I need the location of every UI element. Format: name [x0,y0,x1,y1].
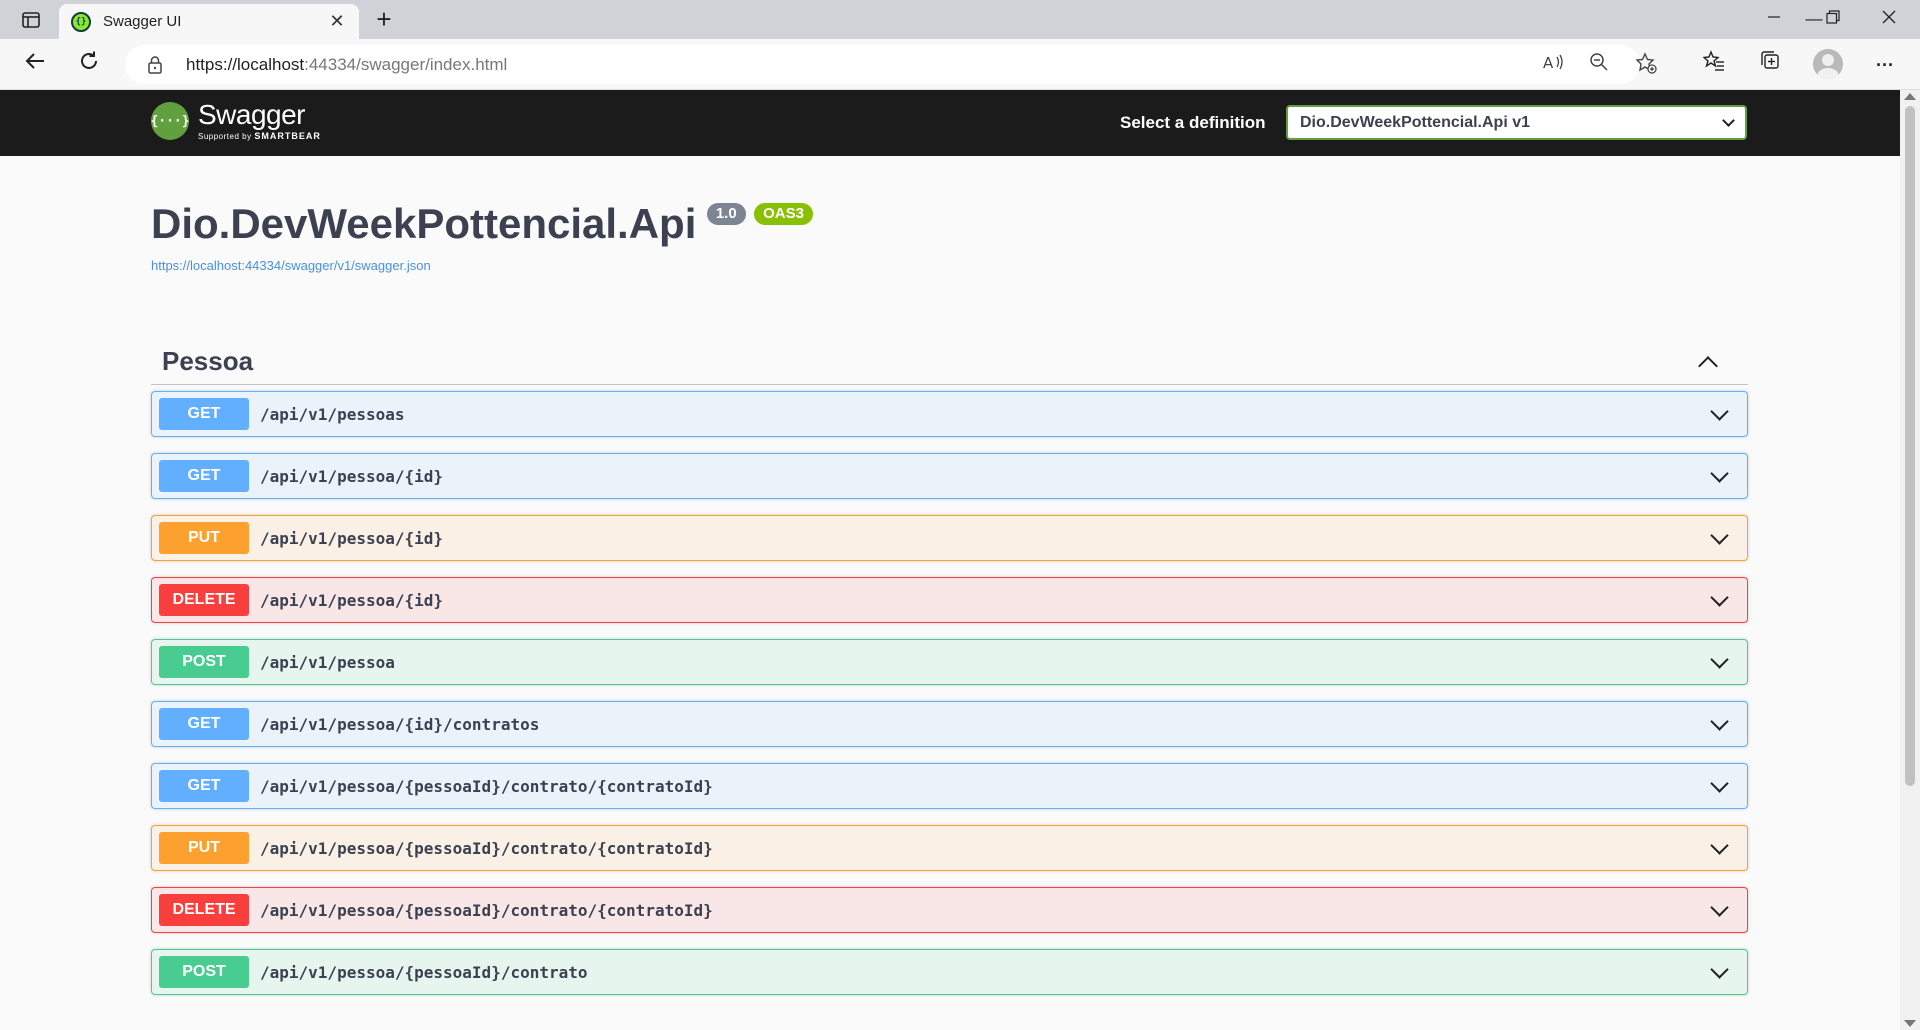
add-favorite-icon[interactable] [1633,52,1659,78]
url-text[interactable]: https://localhost:44334/swagger/index.ht… [186,55,507,75]
new-tab-button[interactable]: + [368,5,400,35]
method-badge: GET [159,460,249,492]
swagger-logo[interactable]: {···} Swagger Supported by SMARTBEAR [150,99,321,142]
browser-toolbar: https://localhost:44334/swagger/index.ht… [0,39,1920,90]
chevron-down-icon[interactable] [1710,525,1729,545]
browser-tab-bar: {} Swagger UI ✕ + — [0,0,1920,39]
opblock-get[interactable]: GET/api/v1/pessoas [151,391,1748,437]
chevron-down-icon[interactable] [1710,773,1729,793]
version-badge: 1.0 [706,203,746,225]
oas-badge: OAS3 [754,203,813,225]
svg-text:A: A [1543,54,1554,72]
method-badge: GET [159,770,249,802]
tab-actions-icon[interactable] [14,7,48,33]
chevron-down-icon[interactable] [1710,897,1729,917]
method-badge: GET [159,708,249,740]
definition-select[interactable]: Dio.DevWeekPottencial.Api v1 [1286,105,1747,140]
lock-icon[interactable] [147,55,163,74]
chevron-up-icon[interactable] [1698,355,1718,376]
operation-path: /api/v1/pessoa/{id}/contratos [260,714,540,734]
zoom-out-icon[interactable] [1586,52,1612,78]
tab-title: Swagger UI [103,13,182,30]
opblock-get[interactable]: GET/api/v1/pessoa/{pessoaId}/contrato/{c… [151,763,1748,809]
definition-select-value: Dio.DevWeekPottencial.Api v1 [1300,113,1530,131]
opblock-post[interactable]: POST/api/v1/pessoa [151,639,1748,685]
opblock-get[interactable]: GET/api/v1/pessoa/{id} [151,453,1748,499]
scroll-thumb[interactable] [1905,106,1915,786]
swagger-favicon-icon: {} [71,11,91,32]
operation-path: /api/v1/pessoa/{id} [260,590,444,610]
swagger-logo-subtitle: Supported by SMARTBEAR [198,131,321,141]
tag-header[interactable]: Pessoa [151,339,1748,385]
chevron-down-icon[interactable] [1710,401,1729,421]
method-badge: POST [159,646,249,678]
profile-avatar[interactable] [1813,49,1843,79]
method-badge: PUT [159,522,249,554]
method-badge: DELETE [159,894,249,926]
spec-json-link[interactable]: https://localhost:44334/swagger/v1/swagg… [151,258,813,273]
tab-close-icon[interactable]: ✕ [327,11,347,32]
scroll-up-arrow-icon[interactable] [1904,93,1916,100]
operation-path: /api/v1/pessoa/{pessoaId}/contrato [260,962,588,982]
window-minimize-button[interactable] [1751,4,1797,34]
favorites-icon[interactable] [1697,48,1731,82]
refresh-icon[interactable] [72,48,106,82]
method-badge: DELETE [159,584,249,616]
page-scrollbar[interactable] [1900,90,1920,1030]
read-aloud-icon[interactable]: A [1540,52,1566,78]
api-info: Dio.DevWeekPottencial.Api 1.0 OAS3 https… [151,200,813,273]
operation-path: /api/v1/pessoa/{pessoaId}/contrato/{cont… [260,900,713,920]
chevron-down-icon [1722,114,1735,127]
chevron-down-icon[interactable] [1710,587,1729,607]
method-badge: GET [159,398,249,430]
collections-icon[interactable] [1753,48,1787,82]
back-arrow-icon[interactable] [18,48,52,82]
opblock-put[interactable]: PUT/api/v1/pessoa/{id} [151,515,1748,561]
operation-path: /api/v1/pessoa/{id} [260,466,444,486]
window-close-button[interactable] [1866,4,1912,34]
method-badge: POST [159,956,249,988]
api-title: Dio.DevWeekPottencial.Api [151,200,697,247]
address-bar[interactable]: https://localhost:44334/swagger/index.ht… [125,45,1657,84]
chevron-down-icon[interactable] [1710,463,1729,483]
opblock-put[interactable]: PUT/api/v1/pessoa/{pessoaId}/contrato/{c… [151,825,1748,871]
swagger-logo-name: Swagger [198,99,306,130]
operation-path: /api/v1/pessoa/{pessoaId}/contrato/{cont… [260,776,713,796]
definition-label: Select a definition [1120,113,1266,132]
chevron-down-icon[interactable] [1710,835,1729,855]
swagger-topbar: {···} Swagger Supported by SMARTBEAR Sel… [0,90,1900,156]
chevron-down-icon[interactable] [1710,711,1729,731]
chevron-down-icon[interactable] [1710,649,1729,669]
window-restore-button[interactable] [1810,4,1856,34]
operation-path: /api/v1/pessoa/{id} [260,528,444,548]
scroll-down-arrow-icon[interactable] [1904,1020,1916,1027]
operations-list: GET/api/v1/pessoas GET/api/v1/pessoa/{id}… [151,391,1748,995]
tag-section-pessoa: Pessoa GET/api/v1/pessoas GET/api/v1/pess… [151,339,1748,995]
opblock-delete[interactable]: DELETE/api/v1/pessoa/{pessoaId}/contrato… [151,887,1748,933]
operation-path: /api/v1/pessoa/{pessoaId}/contrato/{cont… [260,838,713,858]
tag-name: Pessoa [162,346,254,376]
swagger-logo-icon: {···} [150,102,190,140]
method-badge: PUT [159,832,249,864]
browser-tab-active[interactable]: {} Swagger UI ✕ [59,4,359,39]
opblock-get[interactable]: GET/api/v1/pessoa/{id}/contratos [151,701,1748,747]
more-menu-icon[interactable]: ··· [1868,48,1902,82]
chevron-down-icon[interactable] [1710,959,1729,979]
opblock-delete[interactable]: DELETE/api/v1/pessoa/{id} [151,577,1748,623]
opblock-post[interactable]: POST/api/v1/pessoa/{pessoaId}/contrato [151,949,1748,995]
operation-path: /api/v1/pessoa [260,652,395,672]
page-viewport: {···} Swagger Supported by SMARTBEAR Sel… [0,90,1900,1030]
operation-path: /api/v1/pessoas [260,404,405,424]
